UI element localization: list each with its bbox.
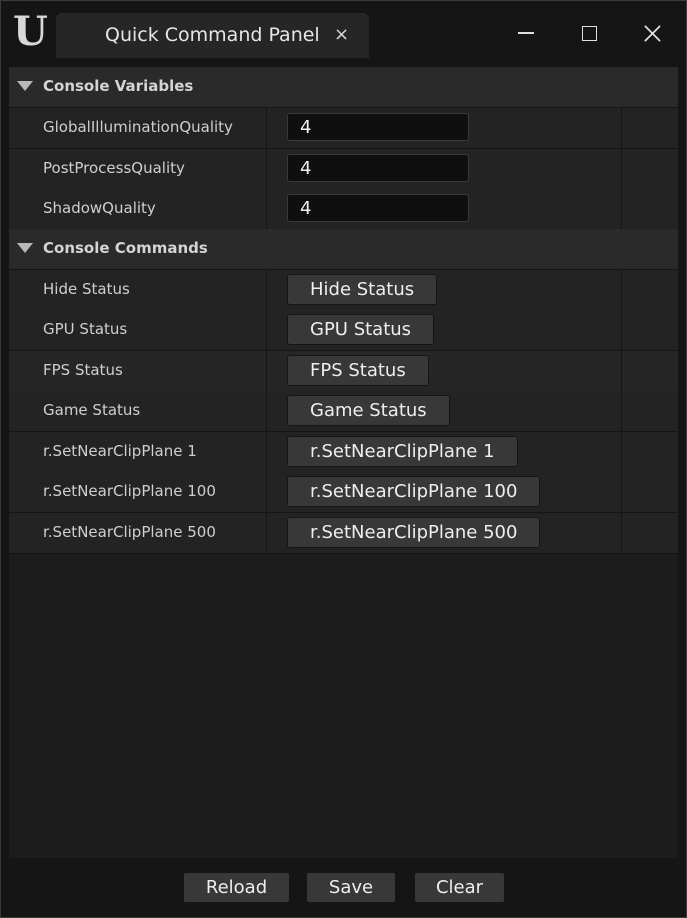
command-row: FPS Status FPS Status: [9, 351, 678, 392]
variable-value-input[interactable]: 4: [287, 194, 469, 222]
close-window-button[interactable]: [632, 13, 672, 53]
variable-row: ShadowQuality 4: [9, 189, 678, 230]
minimize-button[interactable]: [506, 13, 546, 53]
variable-label: GlobalIlluminationQuality: [43, 118, 233, 136]
command-button[interactable]: Game Status: [287, 395, 450, 426]
details-panel: Console Variables GlobalIlluminationQual…: [9, 67, 678, 858]
save-button[interactable]: Save: [306, 872, 396, 903]
section-label: Console Commands: [43, 239, 208, 257]
maximize-button[interactable]: [569, 13, 609, 53]
command-label: GPU Status: [43, 320, 128, 338]
collapse-arrow-icon[interactable]: [17, 243, 33, 253]
quick-command-panel-window: U Quick Command Panel × Console Variable…: [0, 0, 687, 918]
close-icon: [643, 24, 661, 42]
command-button[interactable]: r.SetNearClipPlane 1: [287, 436, 518, 467]
tab-close-icon[interactable]: ×: [334, 24, 349, 45]
section-label: Console Variables: [43, 77, 194, 95]
reload-button[interactable]: Reload: [183, 872, 290, 903]
unreal-logo-icon: U: [13, 8, 48, 55]
command-button[interactable]: Hide Status: [287, 274, 438, 305]
variable-row: GlobalIlluminationQuality 4: [9, 108, 678, 149]
command-row: GPU Status GPU Status: [9, 310, 678, 351]
command-label: Hide Status: [43, 280, 130, 298]
command-label: r.SetNearClipPlane 1: [43, 442, 197, 460]
command-row: r.SetNearClipPlane 100 r.SetNearClipPlan…: [9, 472, 678, 513]
command-button[interactable]: r.SetNearClipPlane 100: [287, 476, 541, 507]
tab-quick-command-panel[interactable]: Quick Command Panel ×: [56, 13, 369, 58]
command-row: Game Status Game Status: [9, 391, 678, 432]
minimize-icon: [518, 32, 534, 34]
variable-value-input[interactable]: 4: [287, 113, 469, 141]
command-label: r.SetNearClipPlane 100: [43, 482, 216, 500]
variable-value-input[interactable]: 4: [287, 154, 469, 182]
clear-button[interactable]: Clear: [414, 872, 505, 903]
command-row: r.SetNearClipPlane 500 r.SetNearClipPlan…: [9, 513, 678, 554]
collapse-arrow-icon[interactable]: [17, 81, 33, 91]
command-label: Game Status: [43, 401, 141, 419]
variable-label: PostProcessQuality: [43, 159, 185, 177]
command-button[interactable]: r.SetNearClipPlane 500: [287, 517, 541, 548]
command-button[interactable]: FPS Status: [287, 355, 429, 386]
command-label: FPS Status: [43, 361, 123, 379]
command-label: r.SetNearClipPlane 500: [43, 523, 216, 541]
tab-title: Quick Command Panel: [105, 24, 320, 46]
command-button[interactable]: GPU Status: [287, 314, 435, 345]
maximize-icon: [581, 25, 597, 41]
variable-label: ShadowQuality: [43, 199, 156, 217]
section-header-console-commands[interactable]: Console Commands: [9, 229, 678, 270]
section-header-console-variables[interactable]: Console Variables: [9, 67, 678, 108]
command-row: Hide Status Hide Status: [9, 270, 678, 311]
variable-row: PostProcessQuality 4: [9, 149, 678, 190]
command-row: r.SetNearClipPlane 1 r.SetNearClipPlane …: [9, 432, 678, 473]
title-bar[interactable]: U Quick Command Panel ×: [1, 1, 686, 67]
